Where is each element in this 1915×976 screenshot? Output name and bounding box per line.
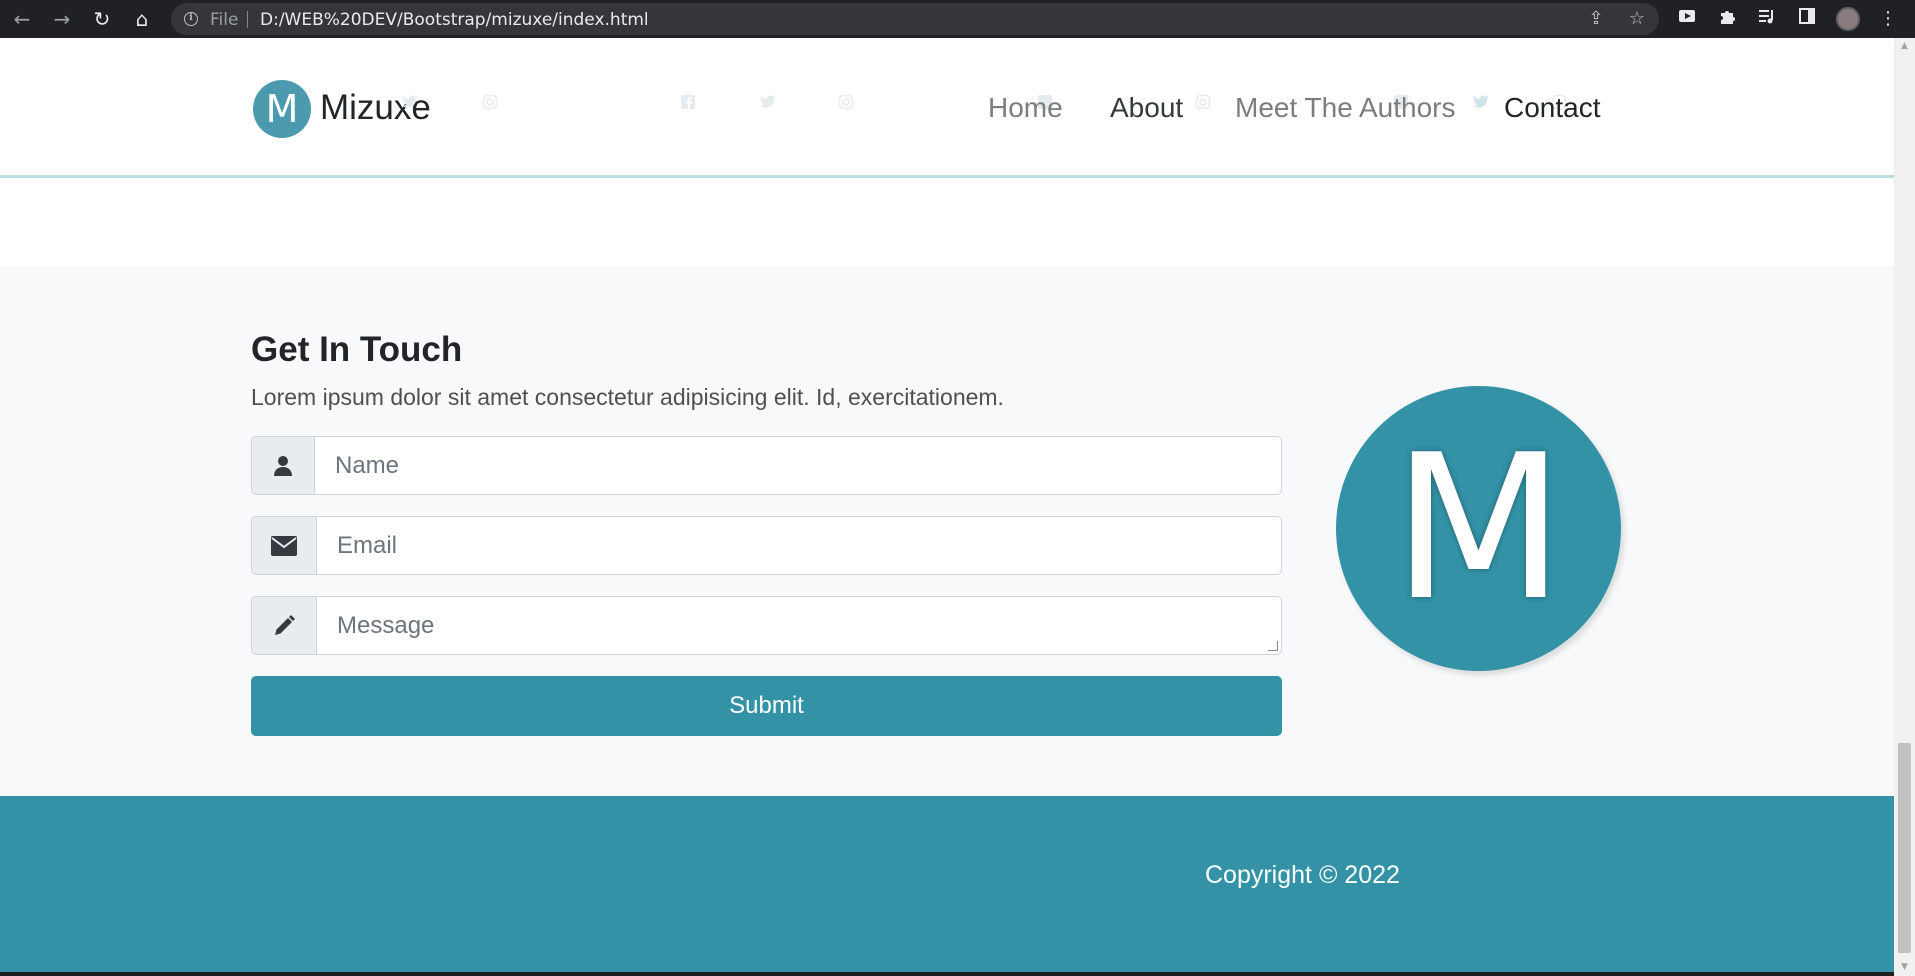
scroll-thumb[interactable]	[1898, 743, 1911, 953]
site-navbar: M Mizuxe Home About Meet The Authors Con…	[0, 38, 1894, 178]
reload-icon[interactable]: ↻	[89, 6, 115, 32]
contact-section: Get In Touch Lorem ipsum dolor sit amet …	[0, 266, 1894, 796]
browser-menu-icon[interactable]: ⋮	[1876, 7, 1900, 31]
name-input-group	[251, 436, 1282, 495]
user-icon	[252, 437, 315, 494]
share-icon[interactable]: ⇪	[1585, 8, 1607, 30]
side-panel-icon[interactable]	[1795, 7, 1819, 31]
instagram-icon	[837, 94, 855, 112]
home-icon[interactable]: ⌂	[129, 6, 155, 32]
twitter-icon	[758, 94, 776, 112]
back-icon[interactable]: ←	[9, 6, 35, 32]
pencil-icon	[252, 597, 317, 654]
site-footer: Copyright © 2022	[0, 796, 1894, 972]
scroll-down-arrow-icon[interactable]: ▼	[1894, 959, 1915, 976]
nav-contact[interactable]: Contact	[1504, 92, 1601, 124]
window-bottom-edge	[0, 972, 1894, 976]
name-input[interactable]	[315, 437, 1281, 494]
contact-logo-letter: M	[1392, 412, 1565, 645]
file-label: File	[210, 10, 239, 30]
brand-logo[interactable]: M	[253, 80, 311, 138]
reading-list-icon[interactable]	[1755, 7, 1779, 31]
email-input[interactable]	[317, 517, 1281, 574]
contact-logo: M	[1336, 386, 1621, 671]
facebook-icon	[679, 94, 697, 112]
contact-description: Lorem ipsum dolor sit amet consectetur a…	[251, 384, 1004, 410]
nav-about[interactable]: About	[1110, 92, 1183, 124]
nav-meet-the-authors[interactable]: Meet The Authors	[1235, 92, 1456, 124]
nav-home[interactable]: Home	[988, 92, 1063, 124]
twitter-icon	[1471, 94, 1489, 112]
envelope-icon	[252, 517, 317, 574]
extensions-puzzle-icon[interactable]	[1715, 7, 1739, 31]
media-extension-icon[interactable]	[1675, 7, 1699, 31]
page-scrollbar[interactable]: ▲ ▼	[1894, 38, 1915, 976]
message-input[interactable]	[317, 597, 1281, 654]
textarea-resize-handle[interactable]	[1268, 641, 1278, 651]
url-text[interactable]: D:/WEB%20DEV/Bootstrap/mizuxe/index.html	[260, 10, 649, 30]
instagram-icon	[481, 94, 499, 112]
twitter-icon	[400, 94, 418, 112]
forward-icon[interactable]: →	[49, 6, 75, 32]
address-bar[interactable]: i File D:/WEB%20DEV/Bootstrap/mizuxe/ind…	[171, 3, 1659, 35]
submit-button[interactable]: Submit	[251, 676, 1282, 736]
url-divider	[247, 11, 248, 28]
info-icon[interactable]: i	[184, 12, 198, 26]
profile-avatar[interactable]	[1836, 7, 1860, 31]
bookmark-star-icon[interactable]: ☆	[1626, 8, 1648, 30]
email-input-group	[251, 516, 1282, 575]
scroll-up-arrow-icon[interactable]: ▲	[1894, 38, 1915, 55]
browser-toolbar: ← → ↻ ⌂ i File D:/WEB%20DEV/Bootstrap/mi…	[0, 0, 1915, 38]
message-input-group	[251, 596, 1282, 655]
copyright-text: Copyright © 2022	[1205, 861, 1400, 889]
instagram-icon	[1194, 94, 1212, 112]
section-spacer	[0, 178, 1894, 266]
contact-title: Get In Touch	[251, 330, 463, 369]
